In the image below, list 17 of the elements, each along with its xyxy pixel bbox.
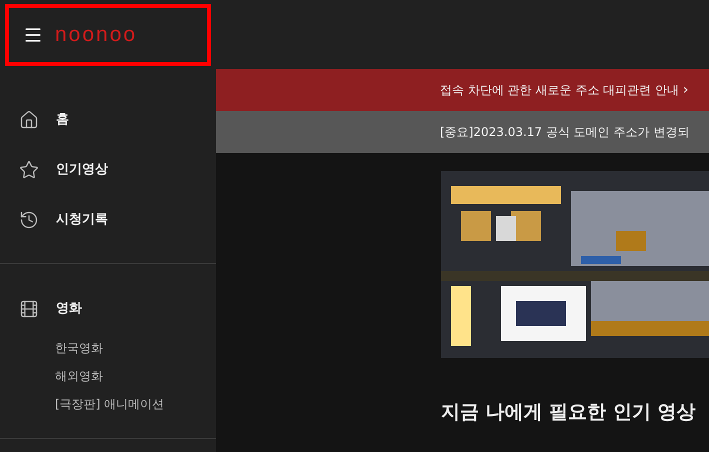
notice-text: 접속 차단에 관한 새로운 주소 대피관련 안내 (440, 82, 679, 99)
sidebar-subitem[interactable]: 해외영화 (55, 367, 103, 385)
film-icon (19, 299, 39, 319)
notice-banner[interactable]: [중요]2023.03.17 공식 도메인 주소가 변경되 (216, 111, 709, 153)
sidebar-item[interactable]: 시청기록 (56, 210, 108, 230)
sidebar-subitem[interactable]: 한국영화 (55, 339, 103, 357)
section-title: 지금 나에게 필요한 인기 영상 (441, 400, 696, 425)
notice-text: [중요]2023.03.17 공식 도메인 주소가 변경되 (440, 124, 690, 141)
history-icon (19, 210, 39, 230)
sidebar-subitem[interactable]: [극장판] 애니메이션 (55, 395, 164, 413)
home-icon (19, 110, 39, 130)
chevron-icon: › (682, 80, 688, 100)
sidebar-item[interactable]: 영화 (56, 299, 82, 319)
alert-banner[interactable]: 접속 차단에 관한 새로운 주소 대피관련 안내 › (216, 69, 709, 111)
sidebar-item[interactable]: 인기영상 (56, 160, 108, 180)
sidebar-item[interactable]: 홈 (56, 110, 69, 130)
star-icon (19, 160, 39, 180)
